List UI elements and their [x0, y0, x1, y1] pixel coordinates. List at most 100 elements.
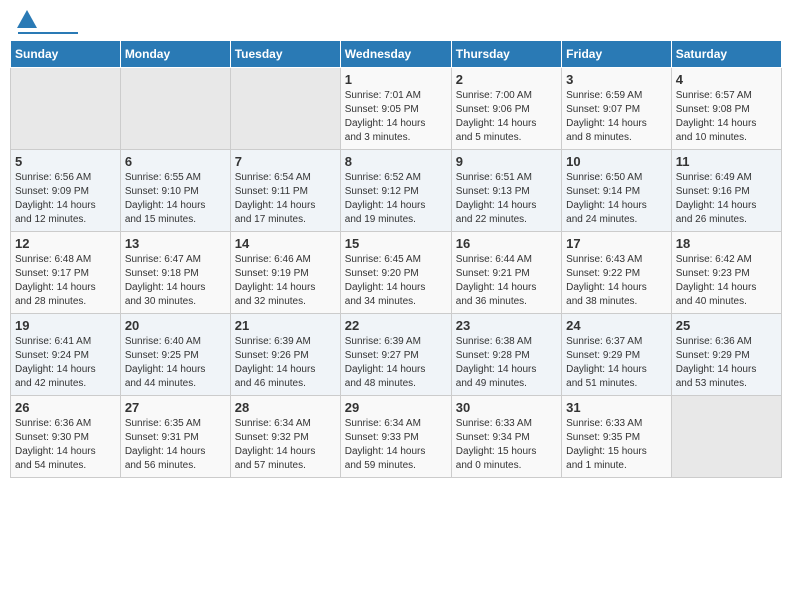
day-number: 12: [15, 236, 116, 251]
calendar-cell: 29 Sunrise: 6:34 AM Sunset: 9:33 PM Dayli…: [340, 396, 451, 478]
calendar-cell: 17Sunrise: 6:43 AM Sunset: 9:22 PM Dayli…: [562, 232, 672, 314]
calendar-cell: 23 Sunrise: 6:38 AM Sunset: 9:28 PM Dayli…: [451, 314, 561, 396]
day-info: Sunrise: 6:48 AM Sunset: 9:17 PM Dayligh…: [15, 253, 116, 309]
day-info: Sunrise: 6:44 AM Sunset: 9:21 PM Dayligh…: [456, 253, 557, 309]
header-area: [10, 10, 782, 34]
day-info: Sunrise: 6:38 AM Sunset: 9:28 PM Dayligh…: [456, 335, 557, 391]
day-number: 19: [15, 318, 116, 333]
day-info: Sunrise: 6:37 AM Sunset: 9:29 PM Dayligh…: [566, 335, 667, 391]
day-number: 13: [125, 236, 226, 251]
calendar-cell: 21 Sunrise: 6:39 AM Sunset: 9:26 PM Dayli…: [230, 314, 340, 396]
day-info: Sunrise: 6:57 AM Sunset: 9:08 PM Dayligh…: [676, 89, 777, 145]
day-number: 29: [345, 400, 447, 415]
day-info: Sunrise: 6:45 AM Sunset: 9:20 PM Dayligh…: [345, 253, 447, 309]
column-header-wednesday: Wednesday: [340, 41, 451, 68]
calendar-cell: 20Sunrise: 6:40 AM Sunset: 9:25 PM Dayli…: [120, 314, 230, 396]
calendar-cell: 7Sunrise: 6:54 AM Sunset: 9:11 PM Daylig…: [230, 150, 340, 232]
day-number: 20: [125, 318, 226, 333]
day-number: 26: [15, 400, 116, 415]
calendar-cell: 28 Sunrise: 6:34 AM Sunset: 9:32 PM Dayli…: [230, 396, 340, 478]
day-info: Sunrise: 6:33 AM Sunset: 9:35 PM Dayligh…: [566, 417, 667, 473]
calendar-table: SundayMondayTuesdayWednesdayThursdayFrid…: [10, 40, 782, 478]
calendar-week-row: 5 Sunrise: 6:56 AM Sunset: 9:09 PM Daylig…: [11, 150, 782, 232]
day-info: Sunrise: 6:59 AM Sunset: 9:07 PM Dayligh…: [566, 89, 667, 145]
calendar-cell: 26 Sunrise: 6:36 AM Sunset: 9:30 PM Dayli…: [11, 396, 121, 478]
day-info: Sunrise: 6:52 AM Sunset: 9:12 PM Dayligh…: [345, 171, 447, 227]
day-info: Sunrise: 6:46 AM Sunset: 9:19 PM Dayligh…: [235, 253, 336, 309]
day-info: Sunrise: 6:50 AM Sunset: 9:14 PM Dayligh…: [566, 171, 667, 227]
calendar-week-row: 1 Sunrise: 7:01 AM Sunset: 9:05 PM Daylig…: [11, 68, 782, 150]
day-number: 27: [125, 400, 226, 415]
day-number: 30: [456, 400, 557, 415]
logo: [14, 10, 78, 34]
day-info: Sunrise: 6:43 AM Sunset: 9:22 PM Dayligh…: [566, 253, 667, 309]
day-number: 6: [125, 154, 226, 169]
calendar-cell: 11Sunrise: 6:49 AM Sunset: 9:16 PM Dayli…: [671, 150, 781, 232]
calendar-cell: 22 Sunrise: 6:39 AM Sunset: 9:27 PM Dayli…: [340, 314, 451, 396]
calendar-cell: 1 Sunrise: 7:01 AM Sunset: 9:05 PM Daylig…: [340, 68, 451, 150]
calendar-cell: 12 Sunrise: 6:48 AM Sunset: 9:17 PM Dayli…: [11, 232, 121, 314]
day-number: 31: [566, 400, 667, 415]
day-info: Sunrise: 6:39 AM Sunset: 9:26 PM Dayligh…: [235, 335, 336, 391]
calendar-cell: 27 Sunrise: 6:35 AM Sunset: 9:31 PM Dayli…: [120, 396, 230, 478]
calendar-cell: 18 Sunrise: 6:42 AM Sunset: 9:23 PM Dayli…: [671, 232, 781, 314]
day-info: Sunrise: 6:33 AM Sunset: 9:34 PM Dayligh…: [456, 417, 557, 473]
day-number: 23: [456, 318, 557, 333]
calendar-cell: 4 Sunrise: 6:57 AM Sunset: 9:08 PM Daylig…: [671, 68, 781, 150]
day-info: Sunrise: 6:51 AM Sunset: 9:13 PM Dayligh…: [456, 171, 557, 227]
day-info: Sunrise: 6:36 AM Sunset: 9:29 PM Dayligh…: [676, 335, 777, 391]
calendar-cell: 13 Sunrise: 6:47 AM Sunset: 9:18 PM Dayli…: [120, 232, 230, 314]
calendar-cell: 5 Sunrise: 6:56 AM Sunset: 9:09 PM Daylig…: [11, 150, 121, 232]
calendar-cell: 2 Sunrise: 7:00 AM Sunset: 9:06 PM Daylig…: [451, 68, 561, 150]
day-number: 14: [235, 236, 336, 251]
day-number: 10: [566, 154, 667, 169]
calendar-cell: 15 Sunrise: 6:45 AM Sunset: 9:20 PM Dayli…: [340, 232, 451, 314]
day-number: 2: [456, 72, 557, 87]
day-number: 15: [345, 236, 447, 251]
day-number: 28: [235, 400, 336, 415]
logo-triangle-icon: [17, 10, 37, 28]
column-header-tuesday: Tuesday: [230, 41, 340, 68]
day-number: 11: [676, 154, 777, 169]
calendar-cell: 10 Sunrise: 6:50 AM Sunset: 9:14 PM Dayli…: [562, 150, 672, 232]
day-number: 1: [345, 72, 447, 87]
day-info: Sunrise: 6:56 AM Sunset: 9:09 PM Dayligh…: [15, 171, 116, 227]
calendar-week-row: 19Sunrise: 6:41 AM Sunset: 9:24 PM Dayli…: [11, 314, 782, 396]
calendar-cell: 24 Sunrise: 6:37 AM Sunset: 9:29 PM Dayli…: [562, 314, 672, 396]
calendar-cell: [120, 68, 230, 150]
day-info: Sunrise: 6:42 AM Sunset: 9:23 PM Dayligh…: [676, 253, 777, 309]
day-number: 24: [566, 318, 667, 333]
day-info: Sunrise: 6:47 AM Sunset: 9:18 PM Dayligh…: [125, 253, 226, 309]
day-number: 5: [15, 154, 116, 169]
calendar-cell: 6Sunrise: 6:55 AM Sunset: 9:10 PM Daylig…: [120, 150, 230, 232]
day-number: 8: [345, 154, 447, 169]
column-header-sunday: Sunday: [11, 41, 121, 68]
calendar-cell: 19Sunrise: 6:41 AM Sunset: 9:24 PM Dayli…: [11, 314, 121, 396]
day-number: 7: [235, 154, 336, 169]
calendar-cell: [671, 396, 781, 478]
calendar-cell: [11, 68, 121, 150]
column-header-saturday: Saturday: [671, 41, 781, 68]
day-number: 4: [676, 72, 777, 87]
day-number: 9: [456, 154, 557, 169]
day-number: 21: [235, 318, 336, 333]
day-info: Sunrise: 6:36 AM Sunset: 9:30 PM Dayligh…: [15, 417, 116, 473]
calendar-cell: 14 Sunrise: 6:46 AM Sunset: 9:19 PM Dayli…: [230, 232, 340, 314]
day-info: Sunrise: 6:34 AM Sunset: 9:32 PM Dayligh…: [235, 417, 336, 473]
calendar-cell: 8 Sunrise: 6:52 AM Sunset: 9:12 PM Daylig…: [340, 150, 451, 232]
day-number: 16: [456, 236, 557, 251]
calendar-cell: 3Sunrise: 6:59 AM Sunset: 9:07 PM Daylig…: [562, 68, 672, 150]
day-number: 18: [676, 236, 777, 251]
day-info: Sunrise: 6:35 AM Sunset: 9:31 PM Dayligh…: [125, 417, 226, 473]
calendar-cell: [230, 68, 340, 150]
day-number: 22: [345, 318, 447, 333]
column-header-friday: Friday: [562, 41, 672, 68]
calendar-cell: 16 Sunrise: 6:44 AM Sunset: 9:21 PM Dayli…: [451, 232, 561, 314]
calendar-week-row: 12 Sunrise: 6:48 AM Sunset: 9:17 PM Dayli…: [11, 232, 782, 314]
calendar-header-row: SundayMondayTuesdayWednesdayThursdayFrid…: [11, 41, 782, 68]
day-info: Sunrise: 6:34 AM Sunset: 9:33 PM Dayligh…: [345, 417, 447, 473]
day-info: Sunrise: 6:39 AM Sunset: 9:27 PM Dayligh…: [345, 335, 447, 391]
day-info: Sunrise: 7:00 AM Sunset: 9:06 PM Dayligh…: [456, 89, 557, 145]
calendar-cell: 30 Sunrise: 6:33 AM Sunset: 9:34 PM Dayli…: [451, 396, 561, 478]
day-info: Sunrise: 7:01 AM Sunset: 9:05 PM Dayligh…: [345, 89, 447, 145]
